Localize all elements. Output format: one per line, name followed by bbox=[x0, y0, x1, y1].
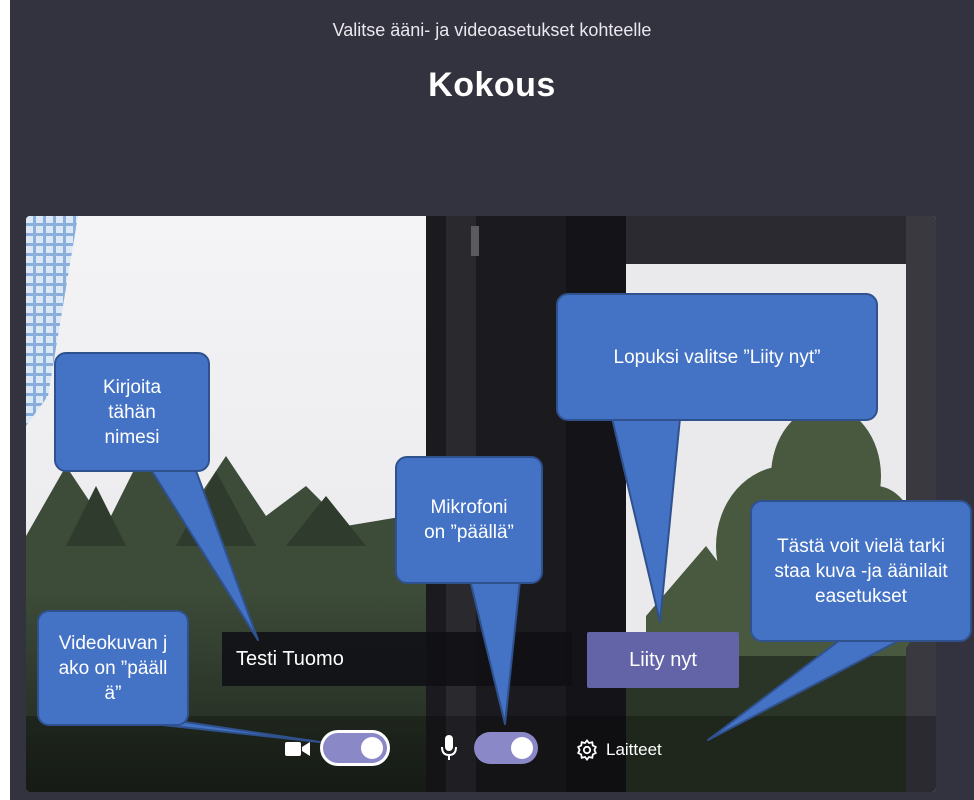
microphone-toggle-knob bbox=[511, 737, 533, 759]
video-hint-callout: Videokuvan jako on ”päällä” bbox=[37, 610, 189, 726]
video-hint-text: Videokuvan jako on ”päällä” bbox=[58, 632, 168, 704]
devices-button[interactable]: Laitteet bbox=[576, 734, 662, 766]
microphone-toggle[interactable] bbox=[474, 732, 538, 764]
devices-hint-callout: Tästä voit vielä tarkistaa kuva -ja ääni… bbox=[750, 500, 972, 642]
meeting-title: Kokous bbox=[428, 66, 556, 104]
name-hint-text: Kirjoita tähän nimesi bbox=[102, 376, 162, 448]
camera-toggle-knob bbox=[361, 737, 383, 759]
name-input[interactable] bbox=[222, 632, 572, 686]
join-hint-callout: Lopuksi valitse ”Liity nyt” bbox=[556, 293, 878, 421]
devices-label: Laitteet bbox=[606, 740, 662, 759]
gear-icon bbox=[577, 739, 597, 761]
microphone-icon bbox=[441, 735, 457, 760]
mic-hint-callout: Mikrofoni on ”päällä” bbox=[395, 456, 543, 584]
join-now-button[interactable]: Liity nyt bbox=[587, 632, 739, 688]
camera-icon bbox=[285, 742, 310, 756]
devices-hint-text: Tästä voit vielä tarkistaa kuva -ja ääni… bbox=[774, 535, 948, 607]
name-hint-callout: Kirjoita tähän nimesi bbox=[54, 352, 210, 472]
camera-toggle[interactable] bbox=[320, 730, 390, 766]
subtitle: Valitse ääni- ja videoasetukset kohteell… bbox=[332, 20, 652, 40]
mic-hint-text: Mikrofoni on ”päällä” bbox=[424, 497, 514, 543]
join-hint-text: Lopuksi valitse ”Liity nyt” bbox=[613, 346, 821, 368]
